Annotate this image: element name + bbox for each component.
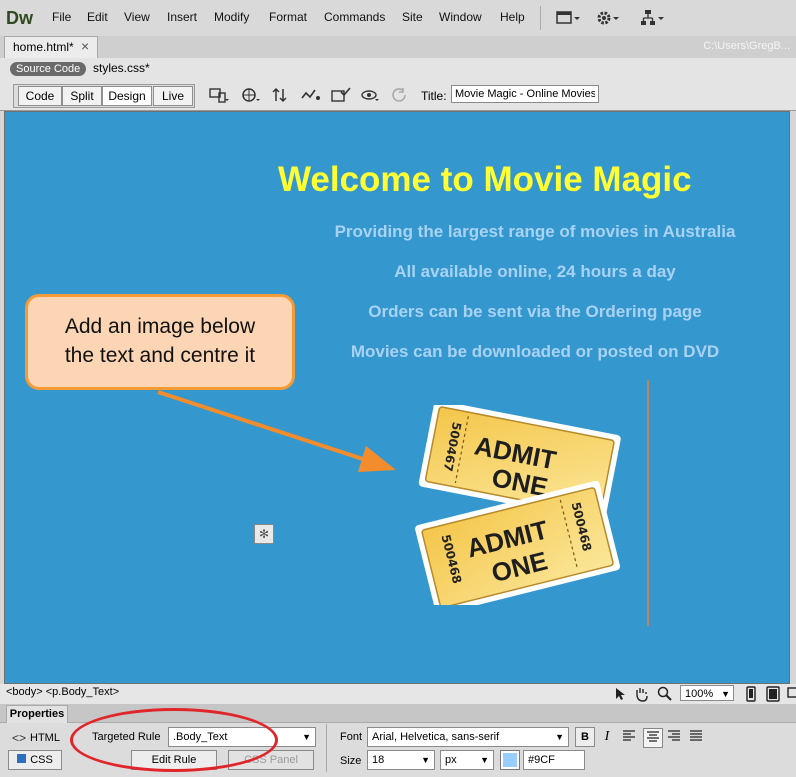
chevron-down-icon: ▼: [480, 755, 489, 765]
size-select[interactable]: 18 ▼: [367, 750, 435, 770]
callout-line: Add an image below: [64, 315, 256, 338]
page-heading: Welcome to Movie Magic: [278, 160, 692, 199]
size-value: 18: [372, 754, 385, 766]
align-left-icon[interactable]: [620, 728, 638, 746]
properties-tab[interactable]: Properties: [6, 705, 68, 723]
body-text-line: Orders can be sent via the Ordering page: [368, 302, 702, 321]
live-view-button[interactable]: Live: [153, 86, 193, 106]
select-tool-icon[interactable]: [610, 685, 628, 703]
preview-browser-icon[interactable]: [240, 86, 262, 104]
menu-bar: [0, 0, 796, 37]
related-file-styles[interactable]: styles.css*: [93, 61, 150, 75]
close-icon[interactable]: ×: [81, 38, 89, 54]
font-select[interactable]: Arial, Helvetica, sans-serif ▼: [367, 727, 569, 747]
font-value: Arial, Helvetica, sans-serif: [372, 731, 500, 743]
check-browser-compat-icon[interactable]: [330, 86, 352, 104]
tablet-size-icon[interactable]: [764, 685, 782, 703]
menu-commands[interactable]: Commands: [324, 10, 385, 24]
menu-modify[interactable]: Modify: [214, 10, 249, 24]
menu-edit[interactable]: Edit: [87, 10, 108, 24]
html-mode-button[interactable]: <> HTML: [8, 730, 68, 748]
bold-button[interactable]: B: [575, 727, 595, 747]
menu-view[interactable]: View: [124, 10, 150, 24]
tab-label: home.html*: [13, 40, 74, 54]
layout-switcher-icon[interactable]: [556, 8, 582, 28]
w3c-validation-icon[interactable]: [300, 86, 322, 104]
design-view-button[interactable]: Design: [102, 86, 152, 106]
align-justify-icon[interactable]: [687, 728, 705, 746]
document-tab-bar: [0, 36, 796, 59]
mobile-size-icon[interactable]: [742, 685, 760, 703]
callout-text: Add an image below the text and centre i…: [40, 312, 280, 370]
file-path: C:\Users\GregB...: [703, 40, 790, 52]
color-picker-button[interactable]: [500, 750, 520, 770]
unit-select[interactable]: px ▼: [440, 750, 494, 770]
body-text-line: All available online, 24 hours a day: [394, 262, 676, 281]
body-text-line: Movies can be downloaded or posted on DV…: [350, 342, 720, 361]
title-field[interactable]: [451, 85, 599, 103]
zoom-value: 100%: [685, 688, 714, 700]
color-swatch: [503, 753, 517, 767]
font-label: Font: [340, 731, 363, 743]
menu-separator: [540, 6, 541, 30]
tag-selector[interactable]: <body> <p.Body_Text>: [6, 686, 119, 698]
css-icon: [17, 754, 27, 763]
split-view-button[interactable]: Split: [62, 86, 102, 106]
title-label: Title:: [421, 89, 447, 103]
file-management-icon[interactable]: [270, 86, 292, 104]
code-view-button[interactable]: Code: [18, 86, 62, 106]
menu-site[interactable]: Site: [402, 10, 423, 24]
panel-divider: [326, 724, 327, 772]
admit-one-tickets-image[interactable]: 500467 ADMIT ONE 500468 500468 ADMIT ONE: [410, 405, 635, 605]
zoom-select[interactable]: 100% ▼: [680, 685, 734, 701]
chevron-down-icon: ▼: [721, 689, 730, 699]
align-center-icon[interactable]: [643, 728, 663, 748]
desktop-size-icon[interactable]: [784, 685, 796, 703]
chevron-down-icon: ▼: [302, 732, 311, 742]
callout-line: the text and centre it: [64, 344, 256, 367]
menu-help[interactable]: Help: [500, 10, 525, 24]
html-mode-label: HTML: [30, 732, 60, 744]
refresh-icon[interactable]: [390, 86, 412, 104]
css-mode-button[interactable]: CSS: [8, 750, 62, 770]
status-bar: [0, 684, 796, 705]
chevron-down-icon: ▼: [555, 732, 564, 742]
invisible-element-icon[interactable]: ✻: [254, 524, 274, 544]
insertion-guide-line: [647, 380, 649, 626]
menu-format[interactable]: Format: [269, 10, 307, 24]
code-brackets-icon: <>: [12, 731, 27, 745]
multiscreen-icon[interactable]: [208, 86, 230, 104]
site-tree-icon[interactable]: [640, 8, 666, 28]
hand-tool-icon[interactable]: [632, 685, 650, 703]
menu-file[interactable]: File: [52, 10, 71, 24]
css-mode-label: CSS: [30, 754, 53, 766]
gear-icon[interactable]: [596, 8, 622, 28]
menu-insert[interactable]: Insert: [167, 10, 197, 24]
visual-aids-icon[interactable]: [360, 86, 382, 104]
menu-window[interactable]: Window: [439, 10, 482, 24]
italic-button[interactable]: I: [598, 728, 616, 746]
zoom-tool-icon[interactable]: [656, 685, 674, 703]
chevron-down-icon: ▼: [421, 755, 430, 765]
body-text-line: Providing the largest range of movies in…: [334, 222, 736, 241]
align-right-icon[interactable]: [665, 728, 683, 746]
callout-arrow: [157, 390, 396, 472]
unit-value: px: [445, 754, 457, 766]
app-logo: Dw: [6, 8, 33, 28]
highlight-circle: [70, 708, 278, 772]
size-label: Size: [340, 755, 362, 767]
color-hex-field[interactable]: #9CF: [523, 750, 585, 770]
tab-home-html[interactable]: home.html* ×: [4, 36, 98, 59]
source-code-button[interactable]: Source Code: [10, 62, 87, 76]
